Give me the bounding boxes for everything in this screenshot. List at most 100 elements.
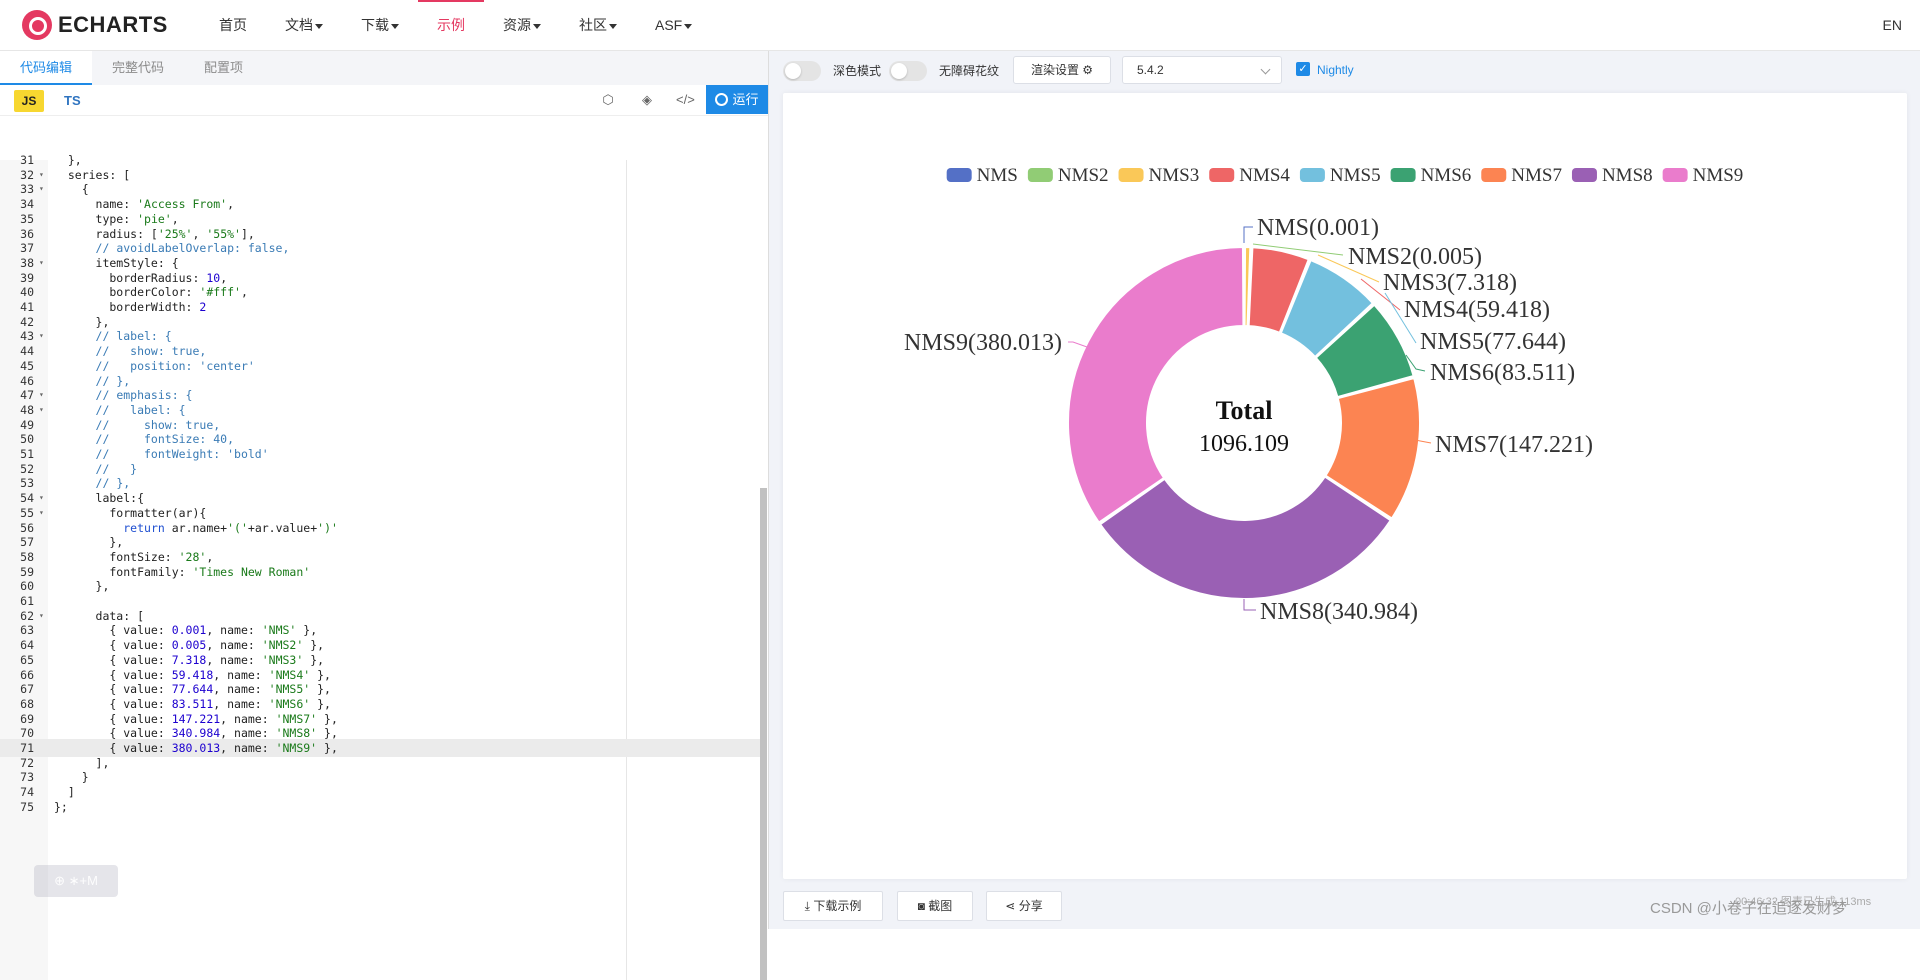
fold-toggle-icon[interactable]: ▾ — [39, 607, 44, 625]
logo-text: ECHARTS — [58, 12, 168, 37]
code-format-icon[interactable]: </> — [676, 92, 695, 108]
editor-tab-1[interactable]: 完整代码 — [92, 51, 184, 85]
nav-item-label: 下载 — [361, 17, 389, 33]
lang-ts-toggle[interactable]: TS — [64, 90, 81, 112]
dark-mode-toggle[interactable] — [783, 61, 821, 81]
slice-label-nms6: NMS6(83.511) — [1430, 360, 1575, 386]
fold-toggle-icon[interactable]: ▾ — [39, 180, 44, 198]
share-icon: ⋖ — [1005, 899, 1016, 913]
decal-toggle[interactable] — [889, 61, 927, 81]
slice-label-nms8: NMS8(340.984) — [1260, 599, 1418, 625]
legend-label: NMS3 — [1149, 165, 1200, 186]
nightly-label[interactable]: Nightly — [1317, 56, 1354, 84]
nav-item-label: 首页 — [219, 17, 247, 33]
slice-label-nms7: NMS7(147.221) — [1435, 432, 1593, 458]
language-switch[interactable]: EN — [1883, 0, 1902, 50]
code-line: }, — [54, 579, 110, 594]
nav-item-3[interactable]: 示例 — [418, 0, 484, 50]
share-button[interactable]: ⋖ 分享 — [986, 891, 1062, 921]
run-button[interactable]: 运行 — [706, 85, 768, 114]
pie-slice-nms8[interactable] — [1099, 475, 1392, 600]
nav-item-0[interactable]: 首页 — [200, 0, 266, 50]
legend-swatch[interactable] — [1481, 168, 1507, 182]
editor-tab-2[interactable]: 配置项 — [184, 51, 263, 85]
screenshot-button[interactable]: ◙ 截图 — [897, 891, 973, 921]
top-nav: ECHARTS 首页 文档 下载 示例 资源 社区 ASF EN — [0, 0, 1920, 51]
pie-slice-nms9[interactable] — [1067, 246, 1245, 524]
lang-js-toggle[interactable]: JS — [14, 90, 44, 112]
nightly-checkbox[interactable]: ✓ — [1296, 62, 1310, 76]
caret-down-icon — [609, 23, 617, 29]
legend-swatch[interactable] — [1571, 168, 1597, 182]
label-line — [1243, 226, 1253, 243]
codesandbox-icon[interactable]: ◈ — [639, 92, 655, 108]
code-area[interactable]: 31 }, 32 ▾ series: [33 ▾ {34 name: 'Access … — [0, 153, 760, 980]
label-line — [1243, 599, 1256, 611]
legend-swatch[interactable] — [1118, 168, 1144, 182]
codepen-icon[interactable]: ⬡ — [600, 92, 616, 108]
fold-toggle-icon[interactable]: ▾ — [39, 254, 44, 272]
legend-swatch[interactable] — [1209, 168, 1235, 182]
download-example-button[interactable]: ⤓ 下载示例 — [783, 891, 883, 921]
fold-toggle-icon[interactable]: ▾ — [39, 504, 44, 522]
preview-panel: 深色模式 无障碍花纹 渲染设置 ⚙ 5.4.2 ✓ Nightly Total 1… — [769, 51, 1920, 929]
download-example-label: 下载示例 — [813, 899, 862, 913]
fold-toggle-icon[interactable]: ▾ — [39, 401, 44, 419]
nav-item-label: 资源 — [503, 17, 531, 33]
dark-mode-label: 深色模式 — [833, 64, 882, 78]
slice-label-nms4: NMS4(59.418) — [1404, 297, 1550, 323]
nav-item-6[interactable]: ASF — [636, 0, 711, 50]
nav-item-1[interactable]: 文档 — [266, 0, 342, 50]
floating-badge: ⊕ ∗+M — [34, 865, 118, 897]
slice-label-nms: NMS(0.001) — [1257, 215, 1379, 241]
legend-label: NMS — [977, 165, 1018, 186]
legend-label: NMS8 — [1602, 165, 1653, 186]
editor-tabs: 代码编辑 完整代码 配置项 — [0, 51, 768, 86]
slice-label-nms9: NMS9(380.013) — [904, 330, 1062, 356]
version-value: 5.4.2 — [1137, 63, 1164, 77]
label-line — [1068, 341, 1088, 348]
screenshot-label: 截图 — [928, 899, 953, 913]
camera-icon: ◙ — [917, 899, 925, 913]
legend-label: NMS7 — [1511, 165, 1562, 186]
nav-item-label: 文档 — [285, 17, 313, 33]
fold-toggle-icon[interactable]: ▾ — [39, 327, 44, 345]
nav-item-label: 示例 — [437, 17, 465, 33]
legend-swatch[interactable] — [1027, 168, 1053, 182]
print-margin — [626, 160, 627, 980]
legend-swatch[interactable] — [1662, 168, 1688, 182]
nav-menu: 首页 文档 下载 示例 资源 社区 ASF — [200, 0, 711, 50]
nav-item-label: ASF — [655, 17, 683, 33]
decal-label: 无障碍花纹 — [939, 64, 1000, 78]
pie-chart[interactable]: Total 1096.109 NMS NMS2 NMS3 NMS4 NMS5 NMS6 NMS7… — [783, 93, 1907, 879]
editor-scrollbar[interactable] — [760, 488, 767, 980]
legend-swatch[interactable] — [946, 168, 972, 182]
legend-label: NMS6 — [1421, 165, 1472, 186]
echarts-logo[interactable]: ECHARTS — [22, 10, 168, 40]
download-icon: ⤓ — [804, 899, 810, 913]
legend-label: NMS4 — [1239, 165, 1290, 186]
gear-icon: ⚙ — [1082, 63, 1094, 77]
caret-down-icon — [315, 23, 323, 29]
center-value: 1096.109 — [1199, 431, 1289, 457]
run-button-label: 运行 — [732, 92, 759, 107]
editor-tab-0[interactable]: 代码编辑 — [0, 51, 93, 85]
legend-label: NMS5 — [1330, 165, 1381, 186]
legend-swatch[interactable] — [1390, 168, 1416, 182]
version-select[interactable]: 5.4.2 — [1122, 56, 1282, 84]
nav-item-5[interactable]: 社区 — [560, 0, 636, 50]
language-bar: JS TS ⬡ ◈ </> — [0, 85, 768, 116]
render-settings-button[interactable]: 渲染设置 ⚙ — [1013, 56, 1111, 84]
nav-item-2[interactable]: 下载 — [342, 0, 418, 50]
nav-item-label: 社区 — [579, 17, 607, 33]
slice-label-nms3: NMS3(7.318) — [1383, 270, 1517, 296]
logo-mark-icon — [22, 10, 52, 40]
legend-swatch[interactable] — [1299, 168, 1325, 182]
csdn-watermark: CSDN @小卷子在追逐发财梦 — [1650, 900, 1847, 917]
chart-container[interactable]: Total 1096.109 NMS NMS2 NMS3 NMS4 NMS5 NMS6 NMS7… — [783, 93, 1907, 879]
chevron-down-icon — [1260, 64, 1271, 75]
legend-label: NMS2 — [1058, 165, 1109, 186]
slice-label-nms5: NMS5(77.644) — [1420, 329, 1566, 355]
share-label: 分享 — [1018, 899, 1043, 913]
nav-item-4[interactable]: 资源 — [484, 0, 560, 50]
